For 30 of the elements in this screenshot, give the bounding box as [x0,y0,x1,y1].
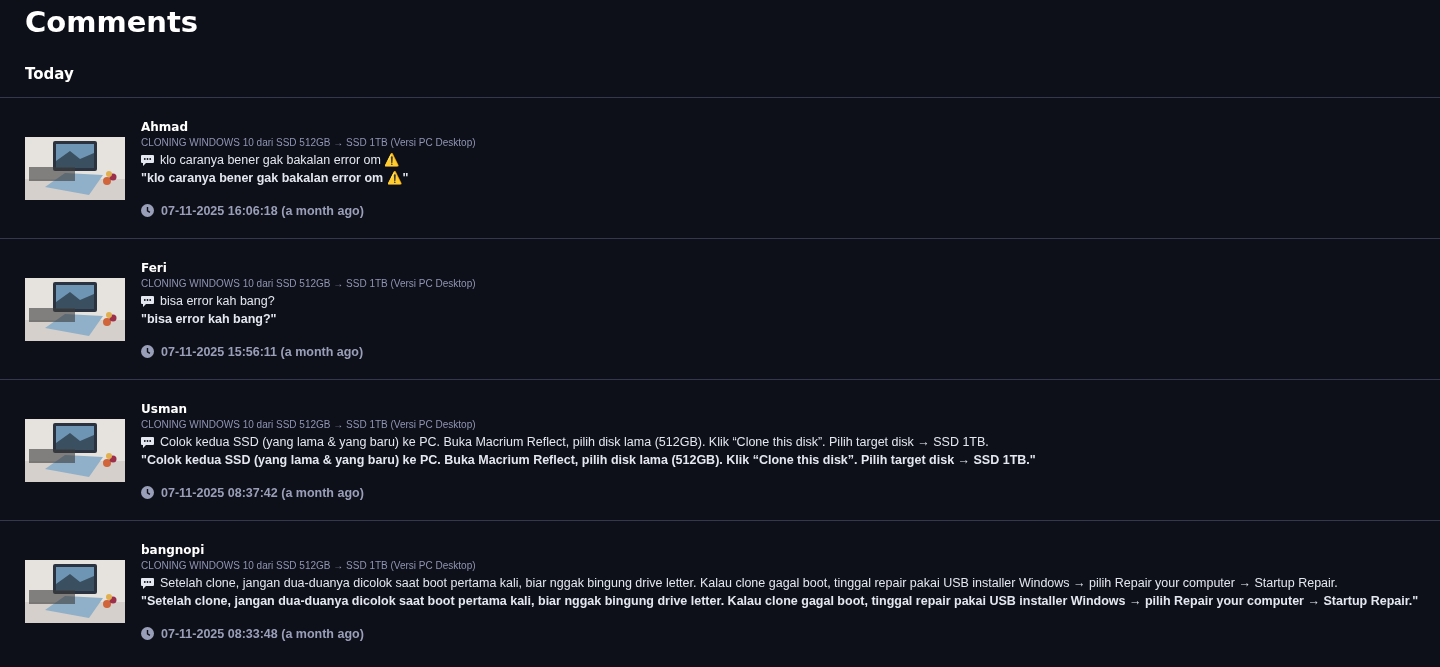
comment-quote: "bisa error kah bang?" [141,310,277,328]
comment-quote: "Colok kedua SSD (yang lama & yang baru) ke PC. Buka Macrium Reflect, pilih disk lama (512GB). Klik “Clone this disk”. Pilih target disk → SSD 1TB." [141,451,1036,469]
comment-time: 07-11-2025 08:37:42 (a month ago) [161,485,364,500]
comment-time: 07-11-2025 15:56:11 (a month ago) [161,344,364,359]
comment-time: 07-11-2025 16:06:18 (a month ago) [161,203,364,218]
comment-author: Usman [141,400,188,418]
post-title: CLONING WINDOWS 10 dari SSD 512GB → SSD 1TB (Versi PC Desktop) [141,276,476,291]
post-title: CLONING WINDOWS 10 dari SSD 512GB → SSD 1TB (Versi PC Desktop) [141,135,476,150]
clock-icon [141,627,154,640]
speech-bubble-icon [141,154,154,166]
speech-bubble-icon [141,295,154,307]
comment-quote: "Setelah clone, jangan dua-duanya dicolok saat boot pertama kali, biar nggak bingung drive letter. Kalau clone gagal boot, tinggal repair pakai USB installer Windows → pilih Repair your computer → Startup Repair." [141,592,1419,610]
group-heading: Today [24,64,75,85]
comment-author: bangnopi [141,541,205,559]
comment-text: Colok kedua SSD (yang lama & yang baru) ke PC. Buka Macrium Reflect, pilih disk lama (512GB). Klik “Clone this disk”. Pilih target disk → SSD 1TB. [160,433,989,451]
post-title: CLONING WINDOWS 10 dari SSD 512GB → SSD 1TB (Versi PC Desktop) [141,417,476,432]
comment-author: Ahmad [141,118,189,136]
comment-text: Setelah clone, jangan dua-duanya dicolok saat boot pertama kali, biar nggak bingung drive letter. Kalau clone gagal boot, tinggal repair pakai USB installer Windows → pilih Repair your computer → Startup Repair. [160,574,1338,592]
page-title: Comments [24,4,200,41]
comment-quote: "klo caranya bener gak bakalan error om ⚠" [141,169,409,187]
comment-text: klo caranya bener gak bakalan error om ⚠ [160,151,401,169]
clock-icon [141,486,154,499]
clock-icon [141,345,154,358]
post-title: CLONING WINDOWS 10 dari SSD 512GB → SSD 1TB (Versi PC Desktop) [141,558,476,573]
speech-bubble-icon [141,577,154,589]
comment-text: bisa error kah bang? [160,292,275,310]
speech-bubble-icon [141,436,154,448]
comment-author: Feri [141,259,167,277]
clock-icon [141,204,154,217]
comment-time: 07-11-2025 08:33:48 (a month ago) [161,626,364,641]
